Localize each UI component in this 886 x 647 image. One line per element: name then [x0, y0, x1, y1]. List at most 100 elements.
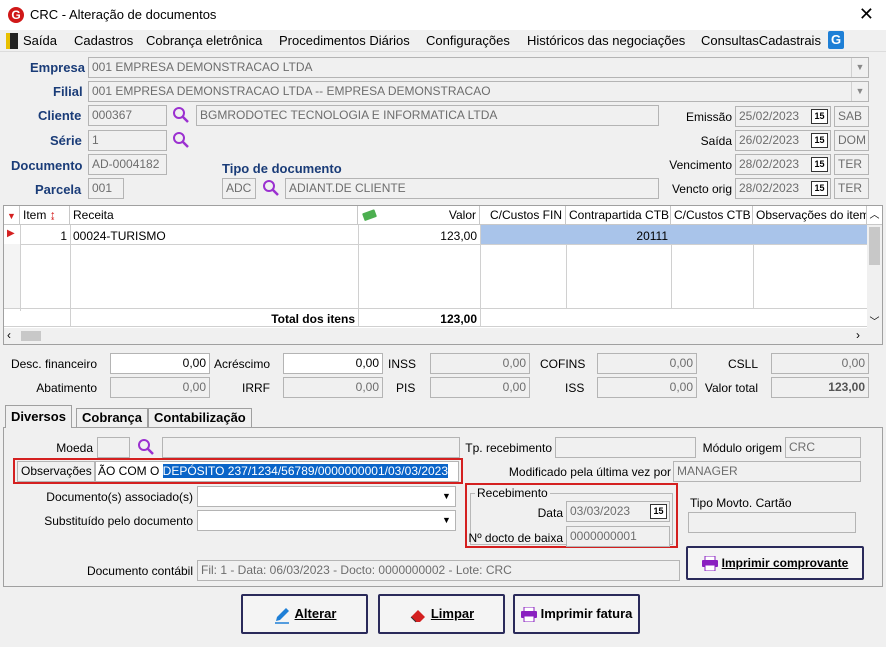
recebimento-group-label: Recebimento [475, 486, 550, 500]
scrollbar-thumb[interactable] [869, 227, 880, 265]
calendar-icon[interactable]: 15 [811, 157, 828, 172]
search-icon[interactable] [172, 106, 190, 124]
close-button[interactable]: ✕ [859, 4, 874, 25]
cliente-code-field[interactable]: 000367 [88, 105, 167, 126]
irrf-field: 0,00 [283, 377, 383, 398]
search-icon[interactable] [262, 179, 280, 197]
menu-saida[interactable]: Saída [23, 33, 57, 48]
pencil-icon [274, 607, 289, 624]
cell-valor[interactable]: 123,00 [358, 227, 480, 245]
calendar-icon[interactable]: 15 [811, 133, 828, 148]
chevron-down-icon: ▼ [851, 58, 868, 77]
cliente-name-field: BGMRODOTEC TECNOLOGIA E INFORMATICA LTDA [196, 105, 659, 126]
cell-item[interactable]: 1 [20, 227, 70, 245]
irrf-label: IRRF [242, 381, 270, 395]
observacoes-field[interactable]: ÃO COM O DEPÓSITO 237/1234/56789/0000000… [95, 461, 459, 482]
printer-icon [520, 607, 537, 623]
menu-cadastros[interactable]: Cadastros [74, 33, 133, 48]
tp-recebimento-field[interactable] [555, 437, 696, 458]
items-grid[interactable]: ▼ Item ↨ Receita Valor C/Custos FIN Cont… [3, 205, 883, 345]
sort-icon: ↨ [49, 208, 56, 222]
cofins-field: 0,00 [597, 353, 697, 374]
limpar-button[interactable]: Limpar [378, 594, 505, 634]
moeda-code-field[interactable] [97, 437, 130, 458]
scroll-left-arrow[interactable]: ‹ [7, 328, 11, 342]
row-indicator-header: ▼ [4, 206, 20, 225]
scroll-up-arrow[interactable]: ︿ [867, 206, 882, 225]
csll-field: 0,00 [771, 353, 869, 374]
title-bar: G CRC - Alteração de documentos ✕ [0, 0, 886, 30]
tab-cobranca[interactable]: Cobrança [76, 408, 148, 428]
empresa-select[interactable]: 001 EMPRESA DEMONSTRACAO LTDA ▼ [88, 57, 869, 78]
tab-contabilizacao[interactable]: Contabilização [148, 408, 252, 428]
menu-cobranca-eletronica[interactable]: Cobrança eletrônica [146, 33, 262, 48]
calendar-icon[interactable]: 15 [811, 181, 828, 196]
desc-financeiro-field[interactable]: 0,00 [110, 353, 210, 374]
scroll-down-arrow[interactable]: ﹀ [867, 313, 882, 328]
col-header-ccfin[interactable]: C/Custos FIN [480, 206, 566, 225]
search-icon[interactable] [172, 131, 190, 149]
parcela-label: Parcela [35, 182, 82, 197]
tipo-movto-cartao-label: Tipo Movto. Cartão [690, 496, 792, 510]
scrollbar-thumb[interactable] [21, 331, 41, 341]
col-header-contrapartida[interactable]: Contrapartida CTB [566, 206, 671, 225]
iss-field: 0,00 [597, 377, 697, 398]
vertical-scrollbar[interactable]: ﹀ [867, 225, 882, 328]
filial-select[interactable]: 001 EMPRESA DEMONSTRACAO LTDA -- EMPRESA… [88, 81, 869, 102]
menu-procedimentos-diarios[interactable]: Procedimentos Diários [279, 33, 410, 48]
window-title: CRC - Alteração de documentos [30, 7, 217, 22]
doc-contabil-field: Fil: 1 - Data: 06/03/2023 - Docto: 00000… [197, 560, 680, 581]
scroll-right-arrow[interactable]: › [856, 328, 860, 342]
imprimir-comprovante-button[interactable]: Imprimir comprovante [686, 546, 864, 580]
valor-total-field: 123,00 [771, 377, 869, 398]
serie-field[interactable]: 1 [88, 130, 167, 151]
cell-receita[interactable]: 00024-TURISMO [70, 227, 358, 245]
saida-label: Saída [700, 134, 732, 148]
horizontal-scrollbar[interactable]: ‹ › [4, 328, 882, 344]
menu-consultas-cadastrais[interactable]: ConsultasCadastrais [701, 33, 821, 48]
substituido-select[interactable]: ▼ [197, 510, 456, 531]
calendar-icon[interactable]: 15 [811, 109, 828, 124]
col-header-receita[interactable]: Receita [70, 206, 358, 225]
grid-line [566, 244, 567, 308]
desc-financeiro-label: Desc. financeiro [10, 357, 97, 371]
cell-contrapartida[interactable]: 20111 [566, 227, 671, 245]
serie-label: Série [50, 133, 82, 148]
documento-field: AD-0004182 [88, 154, 167, 175]
acrescimo-label: Acréscimo [213, 357, 270, 371]
chevron-down-icon: ▼ [442, 491, 451, 501]
documento-label: Documento [11, 158, 83, 173]
acrescimo-field[interactable]: 0,00 [283, 353, 383, 374]
imprimir-fatura-button[interactable]: Imprimir fatura [513, 594, 640, 634]
cell-obs[interactable] [753, 227, 867, 231]
filial-value: 001 EMPRESA DEMONSTRACAO LTDA -- EMPRESA… [92, 84, 491, 98]
calendar-icon[interactable]: 15 [650, 504, 667, 519]
tab-diversos[interactable]: Diversos [5, 405, 72, 428]
doc-contabil-label: Documento contábil [86, 564, 193, 578]
money-icon [362, 209, 377, 221]
doc-associados-select[interactable]: ▼ [197, 486, 456, 507]
col-header-valor[interactable]: Valor [358, 206, 480, 225]
abatimento-field: 0,00 [110, 377, 210, 398]
observacoes-prefix: ÃO COM O [98, 464, 163, 478]
tipo-movto-cartao-field[interactable] [688, 512, 856, 533]
search-icon[interactable] [137, 438, 155, 456]
help-logo-icon[interactable]: G [828, 31, 844, 49]
vencimento-label: Vencimento [669, 158, 732, 172]
menu-configuracoes[interactable]: Configurações [426, 33, 510, 48]
cell-ccctb[interactable] [671, 227, 753, 231]
grid-line [753, 244, 754, 308]
col-header-obs[interactable]: Observações do item [753, 206, 867, 225]
col-header-item[interactable]: Item ↨ [20, 206, 70, 225]
exit-door-icon [6, 33, 18, 49]
col-header-ccctb[interactable]: C/Custos CTB [671, 206, 753, 225]
emissao-label: Emissão [685, 110, 732, 124]
filial-label: Filial [53, 84, 83, 99]
cell-ccfin[interactable] [480, 227, 566, 231]
modulo-origem-label: Módulo origem [702, 441, 782, 455]
menu-historicos[interactable]: Históricos das negociações [527, 33, 685, 48]
parcela-field: 001 [88, 178, 124, 199]
alterar-button[interactable]: Alterar [241, 594, 368, 634]
tipo-doc-code-field[interactable]: ADC [222, 178, 256, 199]
menu-bar: Saída Cadastros Cobrança eletrônica Proc… [0, 30, 886, 52]
